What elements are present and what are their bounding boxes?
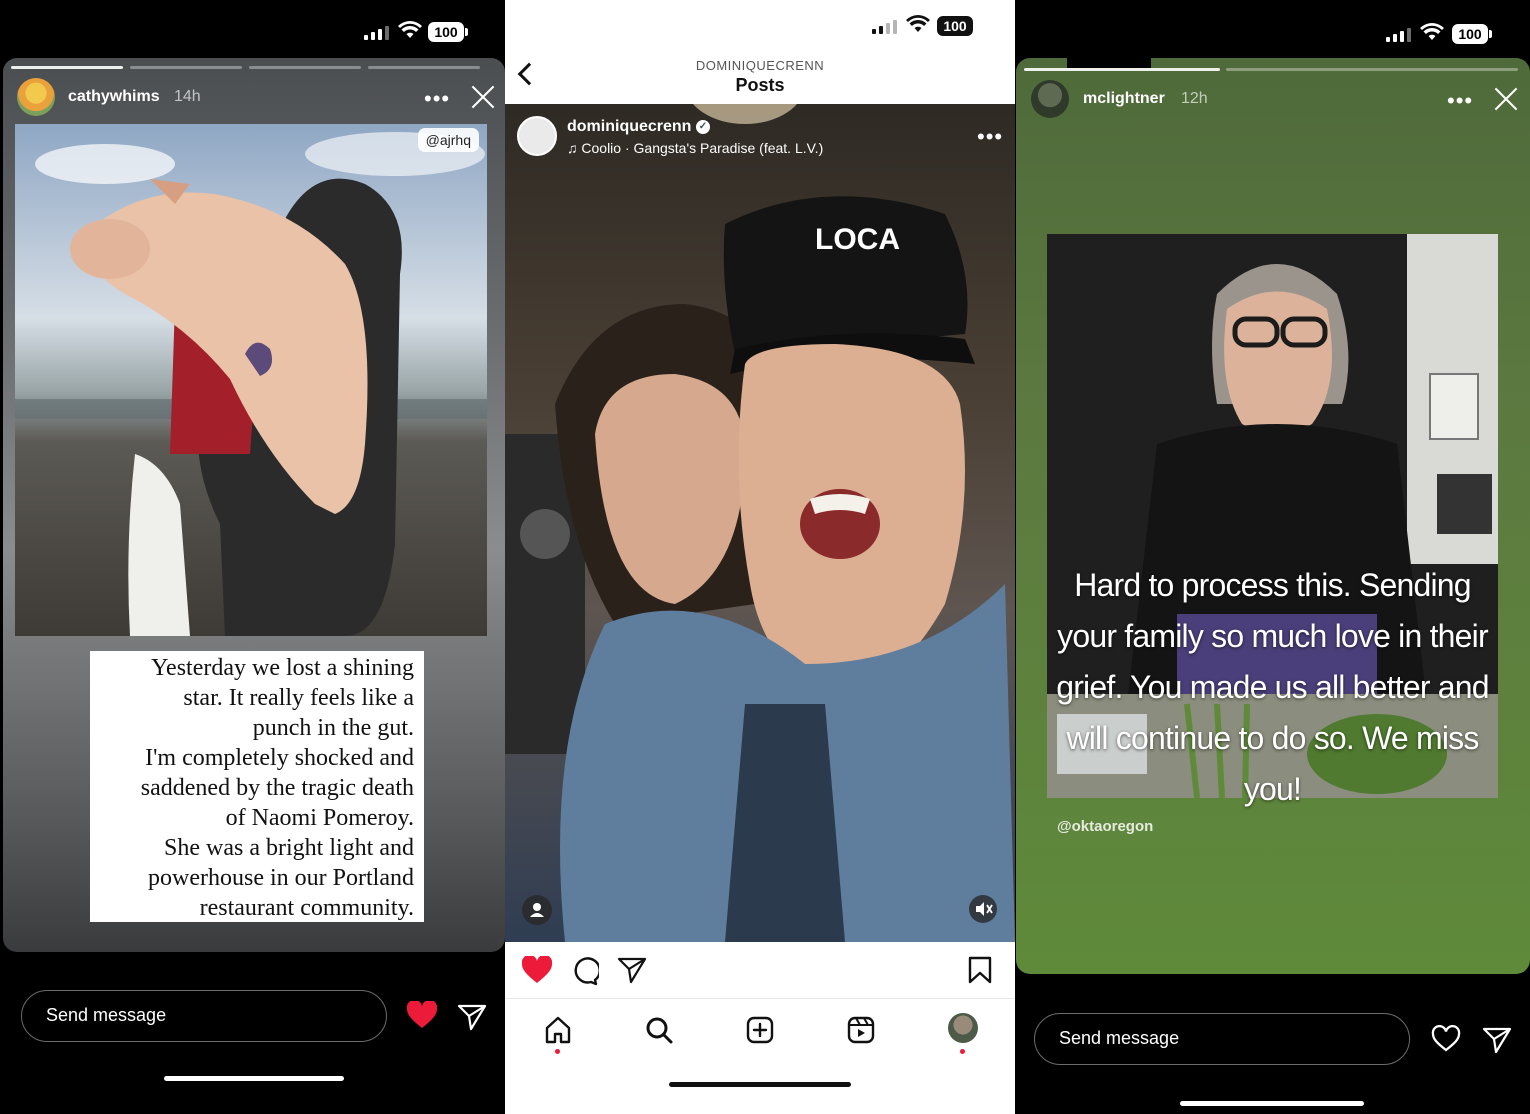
overlay-line: grief. You made us all better and	[1056, 669, 1489, 705]
tagged-people-icon[interactable]	[522, 895, 552, 925]
music-text[interactable]: Coolio · Gangsta's Paradise (feat. L.V.)	[581, 140, 823, 156]
story-progress-segment	[130, 66, 242, 69]
overlay-line: Hard to process this. Sending	[1074, 567, 1471, 603]
profile-avatar-icon[interactable]	[948, 1013, 978, 1054]
verified-badge-icon: ✓	[695, 119, 710, 134]
story-progress-segment	[249, 66, 361, 69]
heart-outline-icon[interactable]	[1431, 1025, 1461, 1058]
quote-line: star. It really feels like a	[183, 685, 414, 711]
close-icon[interactable]	[470, 84, 496, 110]
battery-indicator: 100	[1452, 24, 1492, 44]
story-progress-segment	[368, 66, 480, 69]
overlay-line: your family so much love in their	[1057, 618, 1488, 654]
bottom-tab-bar	[505, 998, 1015, 1058]
status-bar: 100	[505, 0, 1015, 58]
quote-line: She was a bright light and	[164, 835, 414, 861]
post-username[interactable]: dominiquecrenn ✓	[567, 118, 710, 136]
avatar[interactable]	[1031, 80, 1069, 118]
close-icon[interactable]	[1493, 86, 1519, 112]
home-indicator	[1180, 1101, 1364, 1106]
quote-line: I'm completely shocked and	[145, 745, 414, 771]
music-note-icon: ♫	[567, 140, 578, 156]
story-photo: @ajrhq	[15, 124, 487, 636]
story-username[interactable]: mclightner	[1083, 90, 1165, 108]
quote-textbox: Yesterday we lost a shining star. It rea…	[90, 651, 424, 922]
post-username-text[interactable]: dominiquecrenn	[567, 118, 691, 135]
home-indicator	[164, 1076, 344, 1081]
mention-tag[interactable]: @oktaoregon	[1057, 818, 1153, 835]
search-icon[interactable]	[644, 1015, 674, 1050]
send-icon[interactable]	[1482, 1026, 1512, 1059]
redacted-time	[52, 2, 136, 46]
battery-indicator: 100	[428, 22, 468, 42]
quote-line: powerhouse in our Portland	[148, 865, 414, 891]
cap-logo-text: LOCA	[815, 223, 900, 256]
post-panel-dominiquecrenn: 100 DOMINIQUECRENN Posts LOCA dominiquec…	[505, 0, 1015, 1114]
quote-line: of Naomi Pomeroy.	[225, 805, 414, 831]
notification-dot	[555, 1049, 560, 1054]
reel-video[interactable]: LOCA dominiquecrenn ✓ ♫ Coolio · Gangsta…	[505, 104, 1015, 942]
share-icon[interactable]	[617, 956, 647, 989]
story-progress-segment	[1024, 68, 1220, 71]
story-overlay-text: Hard to process this. Sending your famil…	[1047, 560, 1498, 815]
wifi-icon	[906, 15, 930, 37]
home-icon[interactable]	[543, 1015, 573, 1054]
signal-icon	[872, 20, 897, 34]
status-bar: 100	[0, 0, 505, 58]
avatar[interactable]	[517, 116, 557, 156]
music-label[interactable]: ♫ Coolio · Gangsta's Paradise (feat. L.V…	[567, 140, 823, 156]
send-icon[interactable]	[457, 1003, 487, 1036]
mute-icon[interactable]	[969, 895, 997, 923]
header-account-name: DOMINIQUECRENN	[695, 58, 825, 73]
page-title: Posts	[735, 75, 785, 95]
bookmark-icon[interactable]	[967, 956, 993, 989]
status-bar: 100	[1015, 0, 1530, 58]
more-options-icon[interactable]: •••	[424, 88, 450, 110]
comment-icon[interactable]	[569, 956, 601, 991]
send-message-input[interactable]: Send message	[1034, 1013, 1410, 1065]
home-indicator	[669, 1082, 851, 1087]
notification-dot	[960, 1049, 965, 1054]
more-options-icon[interactable]: •••	[1447, 90, 1473, 112]
wifi-icon	[1420, 23, 1444, 45]
send-message-input[interactable]: Send message	[21, 990, 387, 1042]
heart-filled-icon[interactable]	[521, 954, 553, 989]
create-post-icon[interactable]	[745, 1015, 775, 1050]
story-panel-cathywhims: 100 cathywhims 14h ••• @ajrhq Yesterday …	[0, 0, 505, 1114]
quote-line: Yesterday we lost a shining	[151, 655, 414, 681]
photo-credit-tag[interactable]: @ajrhq	[417, 128, 479, 152]
story-username[interactable]: cathywhims	[68, 88, 160, 106]
post-action-bar	[505, 954, 1015, 989]
more-options-icon[interactable]: •••	[977, 126, 1003, 148]
story-progress-segment	[11, 66, 123, 69]
avatar[interactable]	[17, 78, 55, 116]
quote-line: punch in the gut.	[252, 715, 414, 741]
story-progress-segment	[1226, 68, 1518, 71]
overlay-line: you!	[1243, 771, 1302, 807]
signal-icon	[364, 26, 389, 40]
battery-indicator: 100	[937, 16, 977, 36]
wifi-icon	[398, 21, 422, 43]
heart-filled-icon[interactable]	[406, 999, 438, 1034]
reels-icon[interactable]	[846, 1015, 876, 1050]
signal-icon	[1386, 28, 1411, 42]
overlay-line: will continue to do so. We miss	[1066, 720, 1479, 756]
story-time: 12h	[1181, 90, 1208, 107]
quote-line: saddened by the tragic death	[140, 775, 414, 801]
quote-line: restaurant community.	[199, 895, 414, 921]
story-time: 14h	[174, 88, 201, 105]
redacted-time	[1067, 58, 1151, 68]
